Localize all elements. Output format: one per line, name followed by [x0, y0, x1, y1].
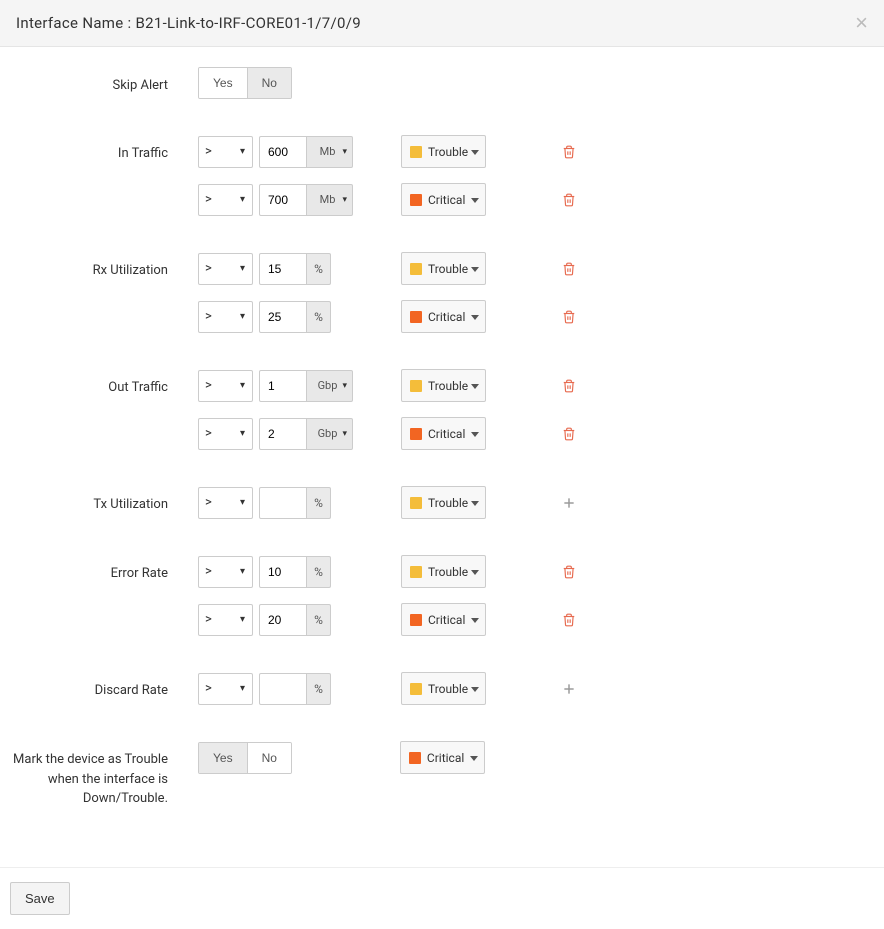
critical-color-icon [409, 752, 421, 764]
severity-label: Critical [428, 427, 465, 441]
trash-icon[interactable] [561, 261, 577, 277]
rx-unit-2: % [307, 301, 331, 333]
mark-down-no[interactable]: No [247, 743, 291, 773]
trouble-color-icon [410, 566, 422, 578]
in-traffic-unit-2[interactable]: Mb [307, 184, 353, 216]
in-traffic-op-1[interactable]: > [198, 136, 253, 168]
in-traffic-unit-1[interactable]: Mb [307, 136, 353, 168]
rx-value-2[interactable] [259, 301, 307, 333]
err-severity-1[interactable]: Trouble [401, 555, 486, 588]
tx-op-1[interactable]: > [198, 487, 253, 519]
page-title: Interface Name : B21-Link-to-IRF-CORE01-… [16, 14, 361, 32]
trash-icon[interactable] [561, 564, 577, 580]
rx-unit-1: % [307, 253, 331, 285]
err-value-1[interactable] [259, 556, 307, 588]
err-severity-2[interactable]: Critical [401, 603, 486, 636]
label-out-traffic: Out Traffic [0, 369, 198, 398]
err-op-1[interactable]: > [198, 556, 253, 588]
out-severity-2[interactable]: Critical [401, 417, 486, 450]
disc-unit-1: % [307, 673, 331, 705]
skip-alert-no[interactable]: No [247, 68, 291, 98]
in-traffic-severity-2[interactable]: Critical [401, 183, 486, 216]
severity-label: Trouble [428, 379, 468, 393]
severity-label: Trouble [428, 682, 468, 696]
label-error-rate: Error Rate [0, 555, 198, 584]
out-unit-2[interactable]: Gbp [307, 418, 353, 450]
severity-label: Critical [428, 613, 465, 627]
trash-icon[interactable] [561, 144, 577, 160]
in-traffic-value-2[interactable] [259, 184, 307, 216]
disc-value-1[interactable] [259, 673, 307, 705]
rx-severity-1[interactable]: Trouble [401, 252, 486, 285]
save-button[interactable]: Save [10, 882, 70, 915]
plus-icon[interactable] [561, 681, 577, 697]
in-traffic-op-2[interactable]: > [198, 184, 253, 216]
err-op-2[interactable]: > [198, 604, 253, 636]
severity-label: Trouble [428, 565, 468, 579]
tx-unit-1: % [307, 487, 331, 519]
trouble-color-icon [410, 146, 422, 158]
trouble-color-icon [410, 683, 422, 695]
label-in-traffic: In Traffic [0, 135, 198, 164]
trash-icon[interactable] [561, 192, 577, 208]
out-severity-1[interactable]: Trouble [401, 369, 486, 402]
tx-value-1[interactable] [259, 487, 307, 519]
trash-icon[interactable] [561, 309, 577, 325]
skip-alert-toggle[interactable]: Yes No [198, 67, 292, 99]
in-traffic-severity-1[interactable]: Trouble [401, 135, 486, 168]
rx-value-1[interactable] [259, 253, 307, 285]
severity-label: Critical [427, 751, 464, 765]
out-op-2[interactable]: > [198, 418, 253, 450]
label-discard-rate: Discard Rate [0, 672, 198, 701]
mark-down-toggle[interactable]: Yes No [198, 742, 292, 774]
label-skip-alert: Skip Alert [0, 67, 198, 96]
tx-severity-1[interactable]: Trouble [401, 486, 486, 519]
critical-color-icon [410, 614, 422, 626]
critical-color-icon [410, 428, 422, 440]
critical-color-icon [410, 194, 422, 206]
out-op-1[interactable]: > [198, 370, 253, 402]
trouble-color-icon [410, 497, 422, 509]
trash-icon[interactable] [561, 426, 577, 442]
trash-icon[interactable] [561, 378, 577, 394]
plus-icon[interactable] [561, 495, 577, 511]
disc-severity-1[interactable]: Trouble [401, 672, 486, 705]
severity-label: Trouble [428, 496, 468, 510]
severity-label: Trouble [428, 145, 468, 159]
label-rx-util: Rx Utilization [0, 252, 198, 281]
err-unit-1: % [307, 556, 331, 588]
critical-color-icon [410, 311, 422, 323]
trash-icon[interactable] [561, 612, 577, 628]
severity-label: Critical [428, 193, 465, 207]
out-unit-1[interactable]: Gbp [307, 370, 353, 402]
close-icon[interactable]: × [855, 12, 868, 34]
trouble-color-icon [410, 263, 422, 275]
out-value-2[interactable] [259, 418, 307, 450]
disc-op-1[interactable]: > [198, 673, 253, 705]
err-unit-2: % [307, 604, 331, 636]
in-traffic-value-1[interactable] [259, 136, 307, 168]
out-value-1[interactable] [259, 370, 307, 402]
label-tx-util: Tx Utilization [0, 486, 198, 515]
err-value-2[interactable] [259, 604, 307, 636]
skip-alert-yes[interactable]: Yes [199, 68, 247, 98]
trouble-color-icon [410, 380, 422, 392]
rx-severity-2[interactable]: Critical [401, 300, 486, 333]
mark-down-severity[interactable]: Critical [400, 741, 485, 774]
mark-down-yes[interactable]: Yes [199, 743, 247, 773]
rx-op-2[interactable]: > [198, 301, 253, 333]
severity-label: Trouble [428, 262, 468, 276]
label-mark-down: Mark the device as Trouble when the inte… [0, 741, 198, 809]
severity-label: Critical [428, 310, 465, 324]
rx-op-1[interactable]: > [198, 253, 253, 285]
